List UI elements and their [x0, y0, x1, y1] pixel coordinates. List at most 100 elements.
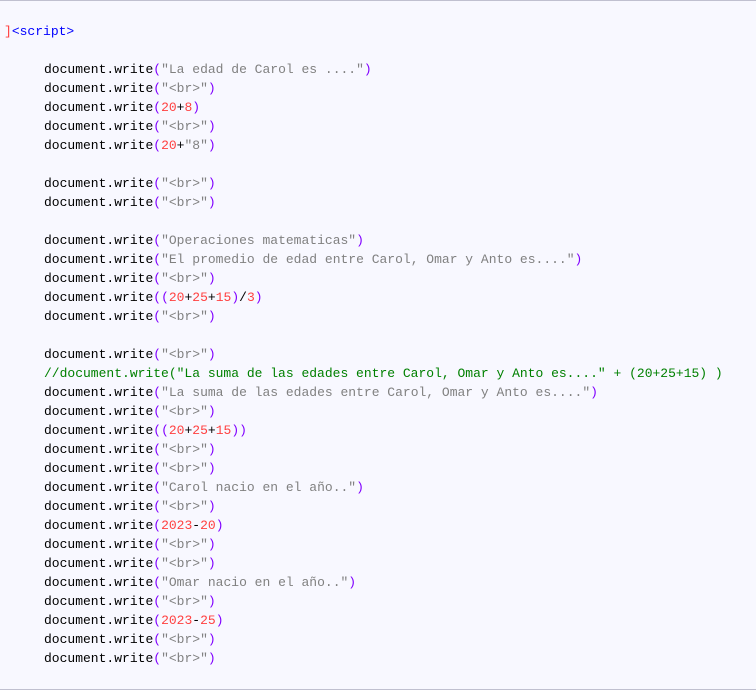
paren-open: ( [153, 651, 161, 666]
operator: - [192, 613, 200, 628]
string-literal: "Omar nacio en el año.." [161, 575, 348, 590]
paren-close: ) [208, 651, 216, 666]
identifier: document [44, 556, 106, 571]
string-literal: "<br>" [161, 651, 208, 666]
identifier: document [44, 62, 106, 77]
number: 15 [216, 423, 232, 438]
number: 2023 [161, 613, 192, 628]
number: 3 [247, 290, 255, 305]
string-literal: "<br>" [161, 537, 208, 552]
method: write [114, 461, 153, 476]
dot: . [106, 651, 114, 666]
code-line: document.write("<br>") [4, 345, 752, 364]
gutter-mark: ] [4, 24, 12, 39]
identifier: document [44, 594, 106, 609]
paren-open: ( [153, 138, 161, 153]
number: 15 [216, 290, 232, 305]
dot: . [106, 613, 114, 628]
identifier: document [44, 195, 106, 210]
identifier: document [44, 309, 106, 324]
string-literal: "<br>" [161, 499, 208, 514]
code-line: document.write("El promedio de edad entr… [4, 250, 752, 269]
code-line: document.write("Omar nacio en el año..") [4, 573, 752, 592]
code-line: document.write("<br>") [4, 117, 752, 136]
string-literal: "<br>" [161, 271, 208, 286]
paren-close: ) [239, 423, 247, 438]
paren-close: ) [356, 480, 364, 495]
identifier: document [44, 613, 106, 628]
paren-open: ( [153, 556, 161, 571]
identifier: document [44, 423, 106, 438]
code-line: document.write("Carol nacio en el año.."… [4, 478, 752, 497]
method: write [114, 176, 153, 191]
method: write [114, 347, 153, 362]
paren-open: ( [153, 176, 161, 191]
method: write [114, 594, 153, 609]
code-line: document.write("La edad de Carol es ....… [4, 60, 752, 79]
code-line: document.write("<br>") [4, 630, 752, 649]
operator: / [239, 290, 247, 305]
paren-open: ( [153, 290, 161, 305]
paren-open: ( [153, 347, 161, 362]
string-literal: "<br>" [161, 404, 208, 419]
method: write [114, 233, 153, 248]
paren-close: ) [590, 385, 598, 400]
paren-open: ( [153, 537, 161, 552]
paren-close: ) [208, 347, 216, 362]
paren-open: ( [153, 575, 161, 590]
identifier: document [44, 442, 106, 457]
method: write [114, 271, 153, 286]
code-line: //document.write("La suma de las edades … [4, 364, 752, 383]
method: write [114, 556, 153, 571]
code-line [4, 155, 752, 174]
paren-close: ) [208, 537, 216, 552]
code-line: document.write("<br>") [4, 193, 752, 212]
paren-open: ( [153, 195, 161, 210]
paren-close: ) [208, 404, 216, 419]
code-line: document.write("<br>") [4, 497, 752, 516]
paren-close: ) [208, 138, 216, 153]
identifier: document [44, 518, 106, 533]
paren-open: ( [153, 271, 161, 286]
method: write [114, 195, 153, 210]
paren-open: ( [153, 499, 161, 514]
string-literal: "<br>" [161, 309, 208, 324]
method: write [114, 404, 153, 419]
paren-open: ( [153, 613, 161, 628]
identifier: document [44, 347, 106, 362]
paren-open: ( [153, 81, 161, 96]
identifier: document [44, 119, 106, 134]
paren-close: ) [216, 518, 224, 533]
paren-close: ) [208, 309, 216, 324]
number: 25 [192, 290, 208, 305]
identifier: document [44, 271, 106, 286]
code-line: document.write(20+8) [4, 98, 752, 117]
method: write [114, 480, 153, 495]
number: 20 [161, 100, 177, 115]
method: write [114, 252, 153, 267]
paren-open: ( [153, 385, 161, 400]
paren-close: ) [231, 423, 239, 438]
paren-open: ( [153, 423, 161, 438]
method: write [114, 651, 153, 666]
method: write [114, 385, 153, 400]
identifier: document [44, 461, 106, 476]
method: write [114, 632, 153, 647]
paren-close: ) [208, 499, 216, 514]
number: 2023 [161, 518, 192, 533]
code-line: document.write("<br>") [4, 174, 752, 193]
paren-close: ) [208, 632, 216, 647]
method: write [114, 290, 153, 305]
code-line: document.write("<br>") [4, 79, 752, 98]
identifier: document [44, 233, 106, 248]
method: write [114, 100, 153, 115]
string-literal: "<br>" [161, 176, 208, 191]
method: write [114, 62, 153, 77]
paren-close: ) [208, 556, 216, 571]
code-line: document.write((20+25+15)/3) [4, 288, 752, 307]
string-literal: "<br>" [161, 119, 208, 134]
string-literal: "La edad de Carol es ...." [161, 62, 364, 77]
paren-open: ( [153, 404, 161, 419]
identifier: document [44, 575, 106, 590]
paren-close: ) [192, 100, 200, 115]
